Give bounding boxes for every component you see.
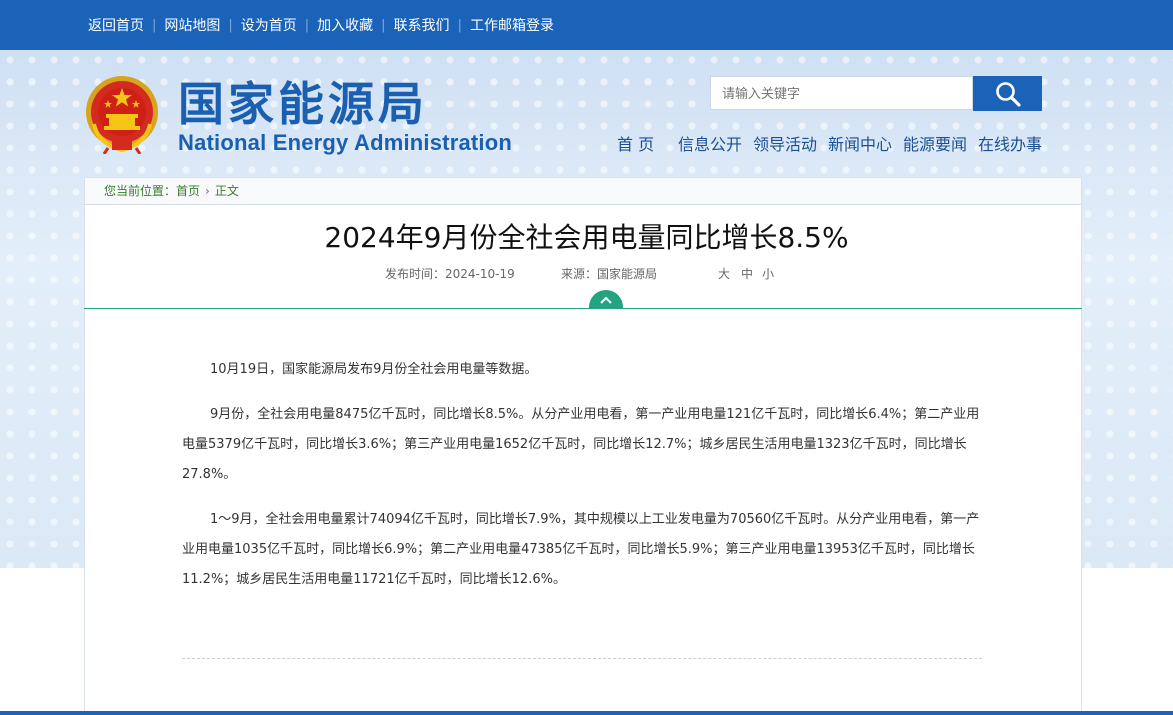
article-paragraph: 1～9月，全社会用电量累计74094亿千瓦时，同比增长7.9%，其中规模以上工业…: [182, 512, 980, 587]
top-bar: 返回首页 | 网站地图 | 设为首页 | 加入收藏 | 联系我们 | 工作邮箱登…: [0, 0, 1173, 50]
article-source: 来源：国家能源局: [561, 267, 658, 281]
content-end-divider: [182, 658, 982, 659]
top-link-home[interactable]: 返回首页: [88, 15, 152, 35]
nav-item-news-center[interactable]: 新闻中心: [828, 131, 892, 155]
breadcrumb-home-link[interactable]: 首页: [176, 184, 200, 198]
nav-item-leadership[interactable]: 领导活动: [753, 131, 817, 155]
nav-item-home[interactable]: 首 页: [617, 131, 654, 155]
bottom-bar: [0, 711, 1173, 715]
search-button[interactable]: [973, 76, 1042, 111]
top-link-set-homepage[interactable]: 设为首页: [233, 15, 305, 35]
publish-time: 发布时间：2024-10-19: [385, 267, 515, 281]
search-icon: [995, 81, 1021, 107]
font-size-large[interactable]: 大: [718, 265, 730, 282]
search-input[interactable]: [720, 77, 964, 109]
chevron-right-icon: ›: [205, 184, 210, 198]
top-link-webmail[interactable]: 工作邮箱登录: [462, 15, 562, 35]
national-emblem-icon[interactable]: [84, 74, 160, 154]
top-link-favorite[interactable]: 加入收藏: [309, 15, 381, 35]
article-title: 2024年9月份全社会用电量同比增长8.5%: [324, 221, 849, 254]
site-logo-subtitle[interactable]: National Energy Administration: [178, 130, 512, 156]
nav-item-energy-news[interactable]: 能源要闻: [903, 131, 967, 155]
top-links: 返回首页 | 网站地图 | 设为首页 | 加入收藏 | 联系我们 | 工作邮箱登…: [88, 0, 562, 50]
font-size-medium[interactable]: 中: [741, 265, 753, 282]
nav-item-online-services[interactable]: 在线办事: [978, 131, 1042, 155]
nav-item-info-disclosure[interactable]: 信息公开: [678, 131, 742, 155]
article-body: 10月19日，国家能源局发布9月份全社会用电量等数据。 9月份，全社会用电量84…: [182, 355, 982, 610]
breadcrumb-prefix: 您当前位置：: [104, 184, 177, 198]
article-paragraph: 10月19日，国家能源局发布9月份全社会用电量等数据。: [210, 362, 538, 377]
site-logo-title[interactable]: 国家能源局: [178, 78, 428, 130]
breadcrumb-current[interactable]: 正文: [215, 184, 239, 198]
top-link-sitemap[interactable]: 网站地图: [156, 15, 228, 35]
search-field[interactable]: [710, 76, 973, 110]
header-divider: [84, 308, 1082, 309]
font-size-small[interactable]: 小: [762, 265, 774, 282]
article-paragraph: 9月份，全社会用电量8475亿千瓦时，同比增长8.5%。从分产业用电看，第一产业…: [182, 407, 980, 482]
top-link-contact[interactable]: 联系我们: [386, 15, 458, 35]
chevron-up-icon: [600, 296, 612, 304]
breadcrumb: 您当前位置：首页 › 正文: [84, 177, 1082, 205]
